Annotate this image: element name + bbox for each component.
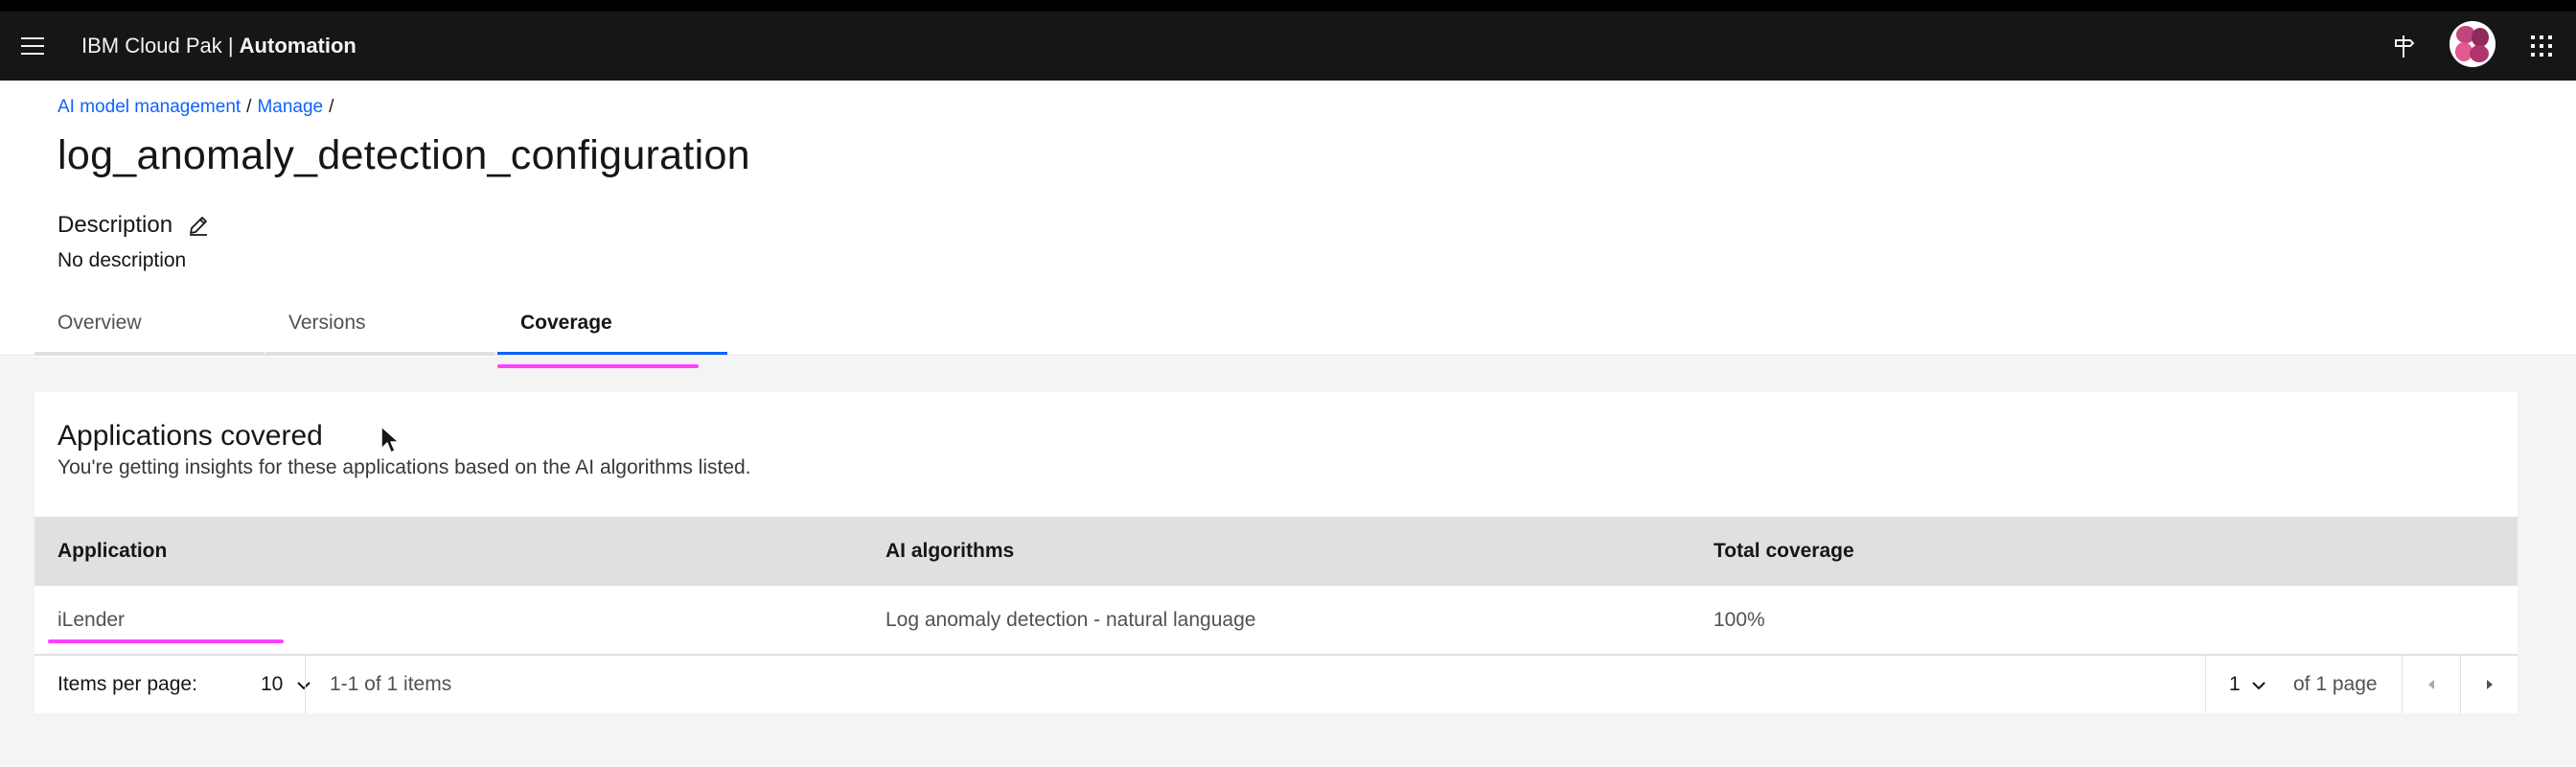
tab-overview[interactable]: Overview <box>34 301 264 355</box>
items-per-page-value: 10 <box>261 673 284 695</box>
tab-label: Overview <box>58 312 142 334</box>
table-header: Application AI algorithms Total coverage <box>34 517 2518 586</box>
menu-icon[interactable] <box>13 27 52 65</box>
pager-divider <box>305 656 306 713</box>
description-value: No description <box>58 249 187 271</box>
edit-icon[interactable] <box>186 213 211 238</box>
page-select[interactable]: 1 <box>2206 656 2283 713</box>
page-header: AI model management / Manage / log_anomaly_… <box>0 81 2576 357</box>
tab-coverage[interactable]: Coverage <box>497 301 727 355</box>
highlight-underline-coverage-tab <box>497 364 699 368</box>
column-header-application: Application <box>58 540 168 562</box>
chevron-down-icon <box>2252 682 2266 690</box>
top-navigation-bar: IBM Cloud Pak | Automation <box>0 12 2576 81</box>
items-range-text: 1-1 of 1 items <box>330 673 452 695</box>
cell-total-coverage: 100% <box>1714 609 1765 631</box>
brand-prefix: IBM Cloud Pak | <box>81 34 240 58</box>
product-name: IBM Cloud Pak | Automation <box>81 33 356 59</box>
app-switcher-icon[interactable] <box>2522 27 2561 65</box>
items-per-page-select[interactable]: 10 <box>226 656 322 713</box>
tab-label: Coverage <box>520 312 612 334</box>
column-header-ai-algorithms: AI algorithms <box>886 540 1015 562</box>
breadcrumb: AI model management / Manage / <box>58 96 339 119</box>
brand-product: Automation <box>239 34 356 58</box>
user-avatar[interactable] <box>2450 21 2496 67</box>
panel-subtitle: You're getting insights for these applic… <box>58 456 751 478</box>
cell-ai-algorithms: Log anomaly detection - natural language <box>886 609 1256 631</box>
previous-page-button[interactable] <box>2403 656 2460 713</box>
caret-right-icon <box>2487 680 2493 689</box>
highlight-underline-application <box>48 639 284 643</box>
header-divider <box>0 355 2576 356</box>
items-per-page-label: Items per page: <box>58 673 197 695</box>
signpost-icon[interactable] <box>2384 27 2423 65</box>
breadcrumb-separator: / <box>329 97 334 117</box>
applications-covered-panel: Applications covered You're getting insi… <box>34 392 2518 713</box>
description-label: Description <box>58 212 173 238</box>
next-page-button[interactable] <box>2461 656 2518 713</box>
caret-left-icon <box>2428 680 2434 689</box>
mouse-cursor <box>380 426 400 453</box>
tab-versions[interactable]: Versions <box>265 301 495 355</box>
page-total-text: of 1 page <box>2293 673 2378 695</box>
pagination-bar: Items per page: 10 1-1 of 1 items 1 of 1… <box>34 655 2518 713</box>
cell-application: iLender <box>58 609 126 631</box>
chevron-down-icon <box>297 682 310 690</box>
column-header-total-coverage: Total coverage <box>1714 540 1854 562</box>
breadcrumb-separator: / <box>246 97 252 117</box>
table-row[interactable]: iLender Log anomaly detection - natural … <box>34 586 2518 655</box>
top-strip <box>0 0 2576 12</box>
page-title: log_anomaly_detection_configuration <box>58 132 750 178</box>
page-select-value: 1 <box>2229 673 2241 695</box>
breadcrumb-ai-model-management[interactable]: AI model management <box>58 97 241 117</box>
panel-title: Applications covered <box>58 420 323 452</box>
breadcrumb-manage[interactable]: Manage <box>257 97 323 117</box>
tab-label: Versions <box>288 312 366 334</box>
